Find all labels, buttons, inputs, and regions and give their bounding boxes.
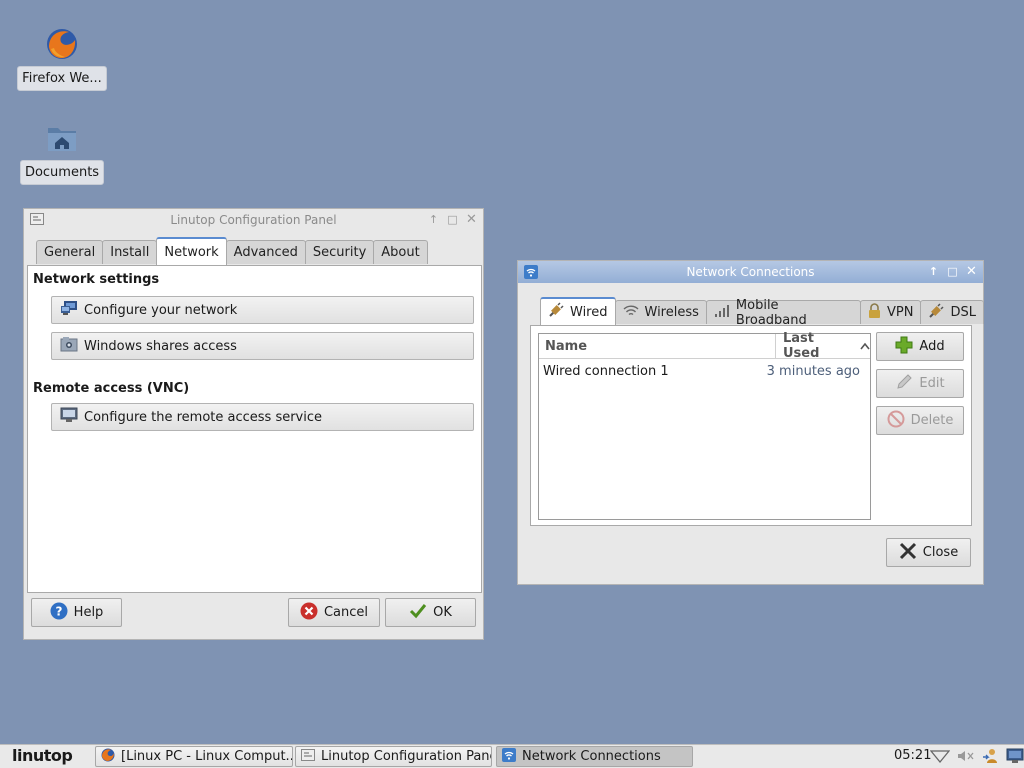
- shared-folder-icon: [60, 336, 78, 356]
- cancel-icon: [300, 602, 318, 624]
- close-button[interactable]: Close: [886, 538, 971, 567]
- network-settings-heading: Network settings: [33, 272, 160, 287]
- config-panel-icon: [301, 748, 315, 765]
- network-tab-panel: Network settings Configure your network …: [27, 265, 482, 593]
- tab-vpn-label: VPN: [887, 305, 914, 320]
- ok-button[interactable]: OK: [385, 598, 476, 627]
- tab-mobile-broadband[interactable]: Mobile Broadband: [705, 298, 862, 328]
- network-connections-titlebar[interactable]: Network Connections ↑ □ ✕: [518, 261, 983, 283]
- no-entry-icon: [887, 410, 905, 432]
- volume-muted-icon[interactable]: [956, 749, 976, 767]
- configure-remote-button[interactable]: Configure the remote access service: [51, 403, 474, 431]
- window-title: Network Connections: [686, 265, 815, 279]
- signal-bars-icon: [714, 304, 730, 321]
- svg-text:?: ?: [55, 604, 62, 618]
- column-header-name[interactable]: Name: [539, 334, 776, 358]
- close-x-icon: [899, 542, 917, 564]
- config-panel-window: Linutop Configuration Panel ↑ □ ✕ Genera…: [23, 208, 484, 640]
- windows-shares-label: Windows shares access: [84, 338, 237, 354]
- monitor-icon[interactable]: [1006, 748, 1024, 768]
- tab-wireless[interactable]: Wireless: [614, 300, 707, 324]
- user-switch-icon[interactable]: [982, 748, 1000, 768]
- list-item[interactable]: Wired connection 1 3 minutes ago: [539, 359, 870, 383]
- help-icon: ?: [50, 602, 68, 624]
- linutop-logo[interactable]: linutop: [12, 746, 73, 765]
- wifi-signal-icon[interactable]: [929, 749, 951, 767]
- help-button[interactable]: ? Help: [31, 598, 122, 627]
- connections-list[interactable]: Name Last Used Wired connection 1 3 minu…: [538, 331, 871, 520]
- close-icon[interactable]: ✕: [966, 264, 977, 279]
- sort-ascending-icon: [860, 339, 870, 354]
- taskbar-task-firefox[interactable]: [Linux PC - Linux Comput...: [95, 746, 293, 767]
- tab-security[interactable]: Security: [304, 240, 375, 264]
- remote-access-heading: Remote access (VNC): [33, 381, 190, 396]
- taskbar-task-label: Network Connections: [522, 749, 661, 764]
- dsl-plug-icon: [928, 302, 945, 323]
- wired-tab-panel: Name Last Used Wired connection 1 3 minu…: [530, 325, 972, 526]
- network-wireless-icon: [502, 747, 516, 766]
- desktop-icon-label: Firefox We...: [17, 66, 107, 91]
- tab-wired-label: Wired: [570, 304, 608, 320]
- connection-last-used: 3 minutes ago: [766, 363, 860, 379]
- tab-wired[interactable]: Wired: [540, 297, 616, 325]
- network-connections-window: Network Connections ↑ □ ✕ Wired Wireless…: [517, 260, 984, 585]
- edit-button[interactable]: Edit: [876, 369, 964, 398]
- pencil-icon: [895, 373, 913, 395]
- taskbar-task-label: Linutop Configuration Panel: [321, 749, 492, 764]
- edit-label: Edit: [919, 376, 945, 391]
- configure-remote-label: Configure the remote access service: [84, 409, 323, 425]
- clock[interactable]: 05:21: [894, 748, 931, 763]
- tab-vpn[interactable]: VPN: [860, 300, 922, 324]
- maximize-icon[interactable]: □: [447, 212, 458, 226]
- maximize-icon[interactable]: □: [947, 264, 958, 278]
- firefox-icon: [42, 24, 82, 64]
- checkmark-icon: [409, 603, 427, 623]
- tab-dsl[interactable]: DSL: [920, 300, 984, 324]
- taskbar-task-label: [Linux PC - Linux Comput...: [121, 749, 293, 764]
- delete-button[interactable]: Delete: [876, 406, 964, 435]
- home-folder-icon: [42, 118, 82, 158]
- tab-wireless-label: Wireless: [644, 305, 699, 320]
- firefox-icon: [101, 748, 115, 766]
- list-header: Name Last Used: [539, 331, 870, 361]
- add-label: Add: [919, 339, 945, 354]
- column-header-last-used[interactable]: Last Used: [776, 331, 870, 361]
- connection-name: Wired connection 1: [543, 363, 669, 379]
- lock-icon: [868, 303, 881, 322]
- shade-icon[interactable]: ↑: [928, 264, 939, 278]
- ok-label: OK: [433, 605, 452, 620]
- remote-desktop-icon: [60, 407, 78, 427]
- tab-network[interactable]: Network: [156, 237, 227, 265]
- taskbar-task-network-connections[interactable]: Network Connections: [496, 746, 693, 767]
- tab-mobile-broadband-label: Mobile Broadband: [735, 297, 807, 328]
- desktop-icon-documents[interactable]: Documents: [19, 118, 105, 185]
- cancel-label: Cancel: [323, 605, 369, 620]
- close-label: Close: [922, 545, 959, 560]
- shade-icon[interactable]: ↑: [428, 212, 439, 226]
- close-icon[interactable]: ✕: [466, 212, 477, 227]
- plus-icon: [895, 336, 913, 358]
- cancel-button[interactable]: Cancel: [288, 598, 380, 627]
- windows-shares-button[interactable]: Windows shares access: [51, 332, 474, 360]
- tab-advanced[interactable]: Advanced: [225, 240, 306, 264]
- configure-network-label: Configure your network: [84, 302, 238, 318]
- taskbar-task-config-panel[interactable]: Linutop Configuration Panel: [295, 746, 492, 767]
- delete-label: Delete: [910, 413, 954, 428]
- config-panel-titlebar[interactable]: Linutop Configuration Panel ↑ □ ✕: [24, 209, 483, 231]
- add-button[interactable]: Add: [876, 332, 964, 361]
- configure-network-button[interactable]: Configure your network: [51, 296, 474, 324]
- tab-install[interactable]: Install: [102, 240, 158, 264]
- tab-about[interactable]: About: [373, 240, 428, 264]
- column-header-last-used-label: Last Used: [783, 331, 820, 361]
- tab-general[interactable]: General: [36, 240, 104, 264]
- wired-plug-icon: [548, 302, 564, 322]
- taskbar: linutop [Linux PC - Linux Comput... Linu…: [0, 744, 1024, 768]
- window-title: Linutop Configuration Panel: [170, 213, 337, 227]
- desktop-icon-label: Documents: [19, 160, 105, 185]
- desktop-icon-firefox[interactable]: Firefox We...: [17, 24, 107, 91]
- help-label: Help: [73, 605, 104, 620]
- tab-dsl-label: DSL: [950, 305, 976, 320]
- wireless-icon: [623, 304, 639, 322]
- network-computer-icon: [60, 300, 78, 320]
